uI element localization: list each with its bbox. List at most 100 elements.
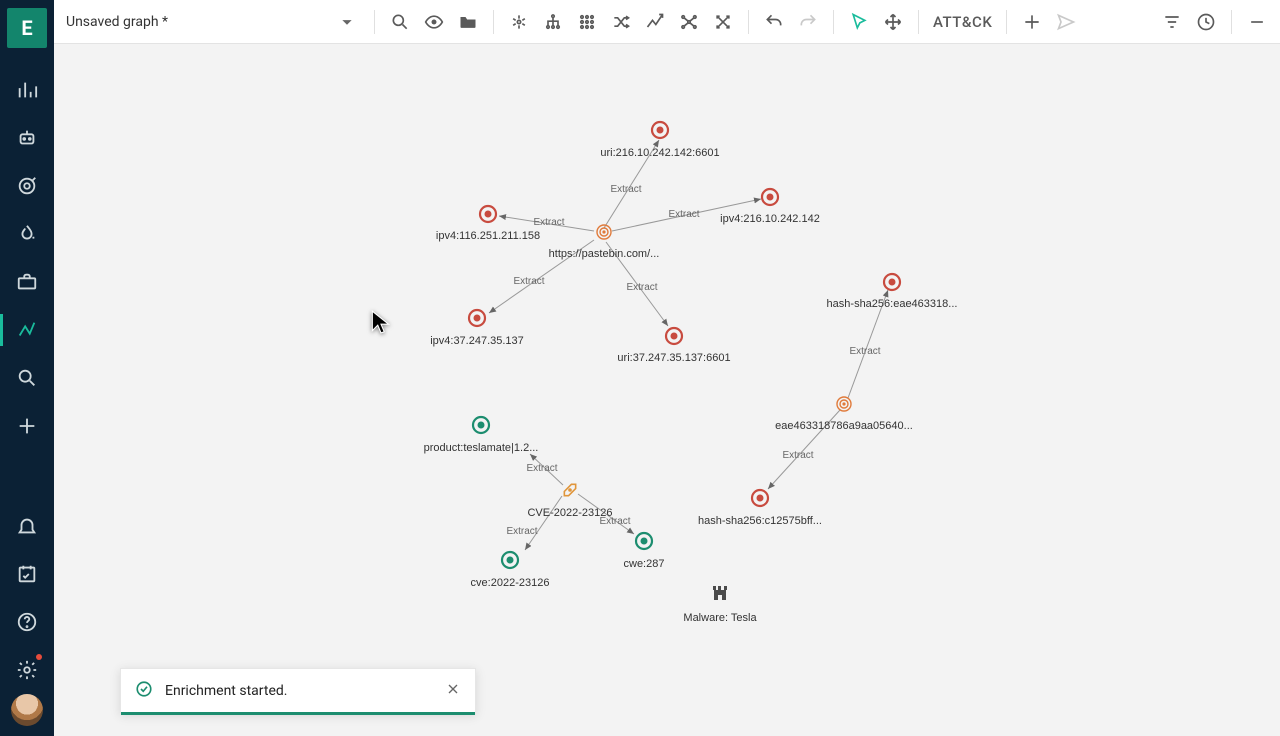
layout-star[interactable] xyxy=(502,5,536,39)
send-icon xyxy=(1056,12,1076,32)
toolbar-search[interactable] xyxy=(383,5,417,39)
sidebar-briefcase[interactable] xyxy=(0,258,54,306)
close-icon xyxy=(445,681,461,697)
minus-icon xyxy=(1247,12,1267,32)
filter-button[interactable] xyxy=(1155,5,1189,39)
sidebar-analytics[interactable] xyxy=(0,66,54,114)
svg-text:https://pastebin.com/...: https://pastebin.com/... xyxy=(549,248,660,260)
node-hash-9[interactable]: hash-sha256:c12575bff... xyxy=(698,490,822,527)
graph-svg: Extract Extract Extract Extract Extract … xyxy=(54,44,1280,736)
edge-label: Extract xyxy=(782,450,813,461)
toolbar-folder[interactable] xyxy=(451,5,485,39)
svg-text:product:teslamate|1.2...: product:teslamate|1.2... xyxy=(424,442,539,454)
svg-text:cve:2022-23126: cve:2022-23126 xyxy=(471,577,550,589)
bar-chart-icon xyxy=(16,79,38,101)
node-ipv4-5[interactable]: ipv4:37.247.35.137 xyxy=(430,310,524,347)
minimize-button[interactable] xyxy=(1240,5,1274,39)
layout-tree[interactable] xyxy=(536,5,570,39)
avatar[interactable] xyxy=(11,694,43,726)
search-icon xyxy=(390,12,410,32)
attack-button[interactable]: ATT&CK xyxy=(927,13,998,31)
node-cwe[interactable]: cwe:287 xyxy=(624,533,665,570)
layout-trend[interactable] xyxy=(638,5,672,39)
graph-title-dropdown[interactable]: Unsaved graph * xyxy=(66,13,366,31)
brand-logo[interactable]: E xyxy=(7,8,47,48)
tree-layout-icon xyxy=(543,12,563,32)
svg-text:CVE-2022-23126: CVE-2022-23126 xyxy=(527,507,612,519)
graph-title: Unsaved graph * xyxy=(66,14,168,30)
edge-label: Extract xyxy=(626,282,657,293)
node-ipv4-3[interactable]: ipv4:116.251.211.158 xyxy=(436,206,540,242)
svg-text:Malware: Tesla: Malware: Tesla xyxy=(683,612,757,624)
svg-text:hash-sha256:c12575bff...: hash-sha256:c12575bff... xyxy=(698,515,822,527)
search-icon xyxy=(16,367,38,389)
graph-path-icon xyxy=(16,319,38,341)
sidebar: E xyxy=(0,0,54,736)
layout-grid[interactable] xyxy=(570,5,604,39)
edge-label: Extract xyxy=(610,184,641,195)
history-button[interactable] xyxy=(1189,5,1223,39)
sidebar-search[interactable] xyxy=(0,354,54,402)
gear-icon xyxy=(16,659,38,681)
svg-text:ipv4:216.10.242.142: ipv4:216.10.242.142 xyxy=(720,213,820,225)
sidebar-calendar[interactable] xyxy=(0,550,54,598)
cursor-icon xyxy=(849,12,869,32)
shuffle-icon xyxy=(611,12,631,32)
history-icon xyxy=(1196,12,1216,32)
node-ipv4-2[interactable]: ipv4:216.10.242.142 xyxy=(720,189,820,225)
node-product[interactable]: product:teslamate|1.2... xyxy=(424,417,539,454)
dropdown-triangle-icon xyxy=(338,13,356,31)
edge-label: Extract xyxy=(533,217,564,228)
send-button[interactable] xyxy=(1049,5,1083,39)
node-hash-7[interactable]: hash-sha256:eae463318... xyxy=(827,274,958,310)
sidebar-graph[interactable] xyxy=(0,306,54,354)
node-uri-6[interactable]: uri:37.247.35.137:6601 xyxy=(617,328,730,364)
edge-label: Extract xyxy=(513,276,544,287)
topbar: Unsaved graph * ATT&CK xyxy=(54,0,1280,44)
svg-text:hash-sha256:eae463318...: hash-sha256:eae463318... xyxy=(827,298,958,310)
sidebar-notifications[interactable] xyxy=(0,502,54,550)
svg-text:cwe:287: cwe:287 xyxy=(624,558,665,570)
toast-notification: Enrichment started. xyxy=(120,668,476,714)
svg-text:uri:37.247.35.137:6601: uri:37.247.35.137:6601 xyxy=(617,352,730,364)
undo-button[interactable] xyxy=(757,5,791,39)
graph-canvas[interactable]: Extract Extract Extract Extract Extract … xyxy=(54,44,1280,736)
node-cve[interactable]: cve:2022-23126 xyxy=(471,552,550,589)
sidebar-add[interactable] xyxy=(0,402,54,450)
briefcase-icon xyxy=(16,271,38,293)
add-button[interactable] xyxy=(1015,5,1049,39)
move-tool[interactable] xyxy=(876,5,910,39)
undo-icon xyxy=(764,12,784,32)
cursor-tool[interactable] xyxy=(842,5,876,39)
layout-cross[interactable] xyxy=(706,5,740,39)
layout-network[interactable] xyxy=(672,5,706,39)
plus-icon xyxy=(16,415,38,437)
node-uri-1[interactable]: uri:216.10.242.142:6601 xyxy=(600,122,719,159)
bell-icon xyxy=(16,515,38,537)
move-icon xyxy=(883,12,903,32)
edge-label: Extract xyxy=(526,463,557,474)
sidebar-target[interactable] xyxy=(0,162,54,210)
fire-icon xyxy=(16,223,38,245)
layout-shuffle[interactable] xyxy=(604,5,638,39)
notification-dot-icon xyxy=(36,654,42,660)
trend-icon xyxy=(645,12,665,32)
sidebar-bot[interactable] xyxy=(0,114,54,162)
node-cve-vuln[interactable]: CVE-2022-23126 xyxy=(527,482,612,519)
sidebar-settings[interactable] xyxy=(0,646,54,694)
sidebar-help[interactable] xyxy=(0,598,54,646)
sidebar-fire[interactable] xyxy=(0,210,54,258)
grid-layout-icon xyxy=(577,12,597,32)
node-pastebin-report[interactable]: https://pastebin.com/... xyxy=(549,225,660,260)
edge-label: Extract xyxy=(849,346,880,357)
toast-close-button[interactable] xyxy=(445,681,461,701)
filter-icon xyxy=(1162,12,1182,32)
redo-button[interactable] xyxy=(791,5,825,39)
edge-label: Extract xyxy=(668,209,699,220)
node-sample-report[interactable]: eae463318786a9aa05640... xyxy=(775,397,913,432)
node-malware[interactable]: Malware: Tesla xyxy=(683,586,757,624)
plus-icon xyxy=(1022,12,1042,32)
toolbar-visibility[interactable] xyxy=(417,5,451,39)
eye-icon xyxy=(424,12,444,32)
robot-icon xyxy=(16,127,38,149)
